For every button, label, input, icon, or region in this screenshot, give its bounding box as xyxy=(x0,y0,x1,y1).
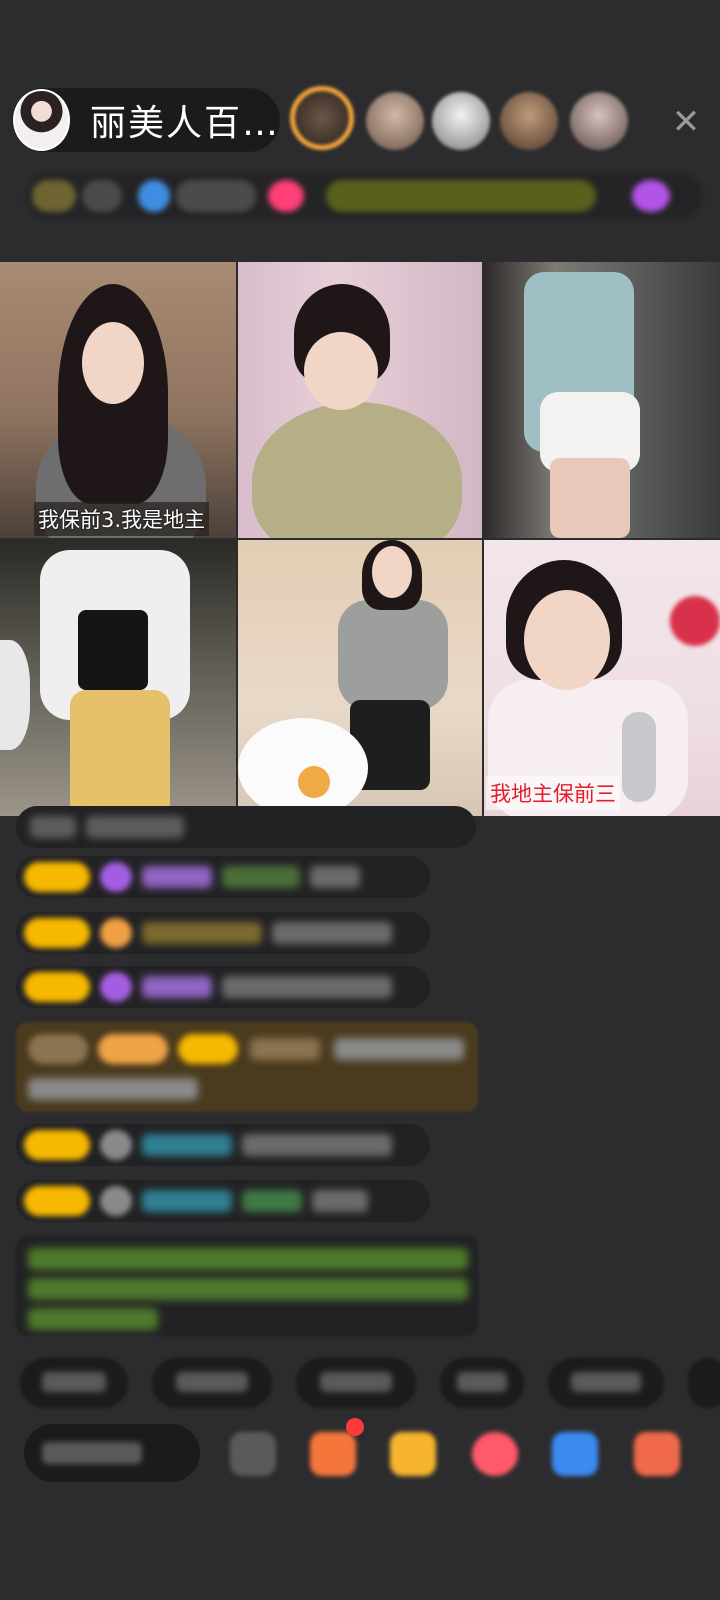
video-caption-6: 我地主保前三 xyxy=(486,776,620,810)
pk-icon[interactable] xyxy=(472,1432,518,1476)
viewer-avatar-3[interactable] xyxy=(432,92,490,150)
rank-icon xyxy=(632,180,670,212)
gift-box-icon[interactable] xyxy=(310,1432,356,1476)
streamer-pants xyxy=(70,690,170,816)
flower-pillow xyxy=(238,718,368,816)
room-badge xyxy=(32,180,76,212)
chat-message[interactable] xyxy=(16,1180,430,1222)
chat-message[interactable] xyxy=(16,806,476,848)
viewer-avatar-1[interactable] xyxy=(290,86,354,150)
chat-message[interactable] xyxy=(16,912,430,954)
microphone xyxy=(622,712,656,802)
fans-icon xyxy=(138,180,170,212)
notification-dot xyxy=(346,1418,364,1436)
video-cell-5[interactable] xyxy=(238,540,482,816)
video-grid: 我保前3.我是地主 我地主保前三 xyxy=(0,262,720,816)
streamer-face xyxy=(524,590,610,690)
fluffy-prop xyxy=(0,640,30,750)
chat-highlight-message[interactable] xyxy=(16,1022,478,1112)
streamer-top xyxy=(78,610,148,690)
quick-reply-button-2[interactable] xyxy=(152,1358,272,1408)
quick-reply-button-5[interactable] xyxy=(548,1358,664,1408)
streamer-body xyxy=(338,600,448,710)
room-badge-text xyxy=(82,180,122,212)
video-caption-1: 我保前3.我是地主 xyxy=(34,502,210,536)
viewer-avatar-2[interactable] xyxy=(366,92,424,150)
viewer-avatar-5[interactable] xyxy=(570,92,628,150)
streamer-face xyxy=(82,322,144,404)
close-icon[interactable]: ✕ xyxy=(664,100,708,144)
gift-icon[interactable] xyxy=(390,1432,436,1476)
video-cell-4[interactable] xyxy=(0,540,236,816)
flowers-decor xyxy=(670,596,720,646)
video-cell-3[interactable] xyxy=(484,262,720,538)
host-name[interactable]: 丽美人百… xyxy=(90,94,280,146)
rank-text xyxy=(326,180,596,212)
streamer-legs xyxy=(550,458,630,538)
chat-message[interactable] xyxy=(16,966,430,1008)
host-info-pill[interactable]: 丽美人百… xyxy=(12,88,280,152)
quick-reply-button-4[interactable] xyxy=(440,1358,524,1408)
flower-center xyxy=(298,766,330,798)
video-cell-1[interactable]: 我保前3.我是地主 xyxy=(0,262,236,538)
streamer-body xyxy=(252,402,462,538)
more-icon[interactable] xyxy=(230,1432,276,1476)
streamer-face xyxy=(304,332,378,410)
quick-reply-button-1[interactable] xyxy=(20,1358,128,1408)
system-notice-message xyxy=(16,1236,478,1336)
streamer-face xyxy=(372,546,412,598)
quick-reply-button-3[interactable] xyxy=(296,1358,416,1408)
video-cell-6[interactable]: 我地主保前三 xyxy=(484,540,720,816)
viewer-avatar-4[interactable] xyxy=(500,92,558,150)
share-icon[interactable] xyxy=(634,1432,680,1476)
fans-text xyxy=(176,180,256,212)
chat-input[interactable] xyxy=(24,1424,200,1482)
chat-message[interactable] xyxy=(16,856,430,898)
video-cell-2[interactable] xyxy=(238,262,482,538)
host-avatar[interactable] xyxy=(13,89,70,151)
chat-message[interactable] xyxy=(16,1124,430,1166)
game-icon[interactable] xyxy=(552,1432,598,1476)
quick-reply-button-6[interactable] xyxy=(688,1358,720,1408)
hot-icon xyxy=(268,180,304,212)
